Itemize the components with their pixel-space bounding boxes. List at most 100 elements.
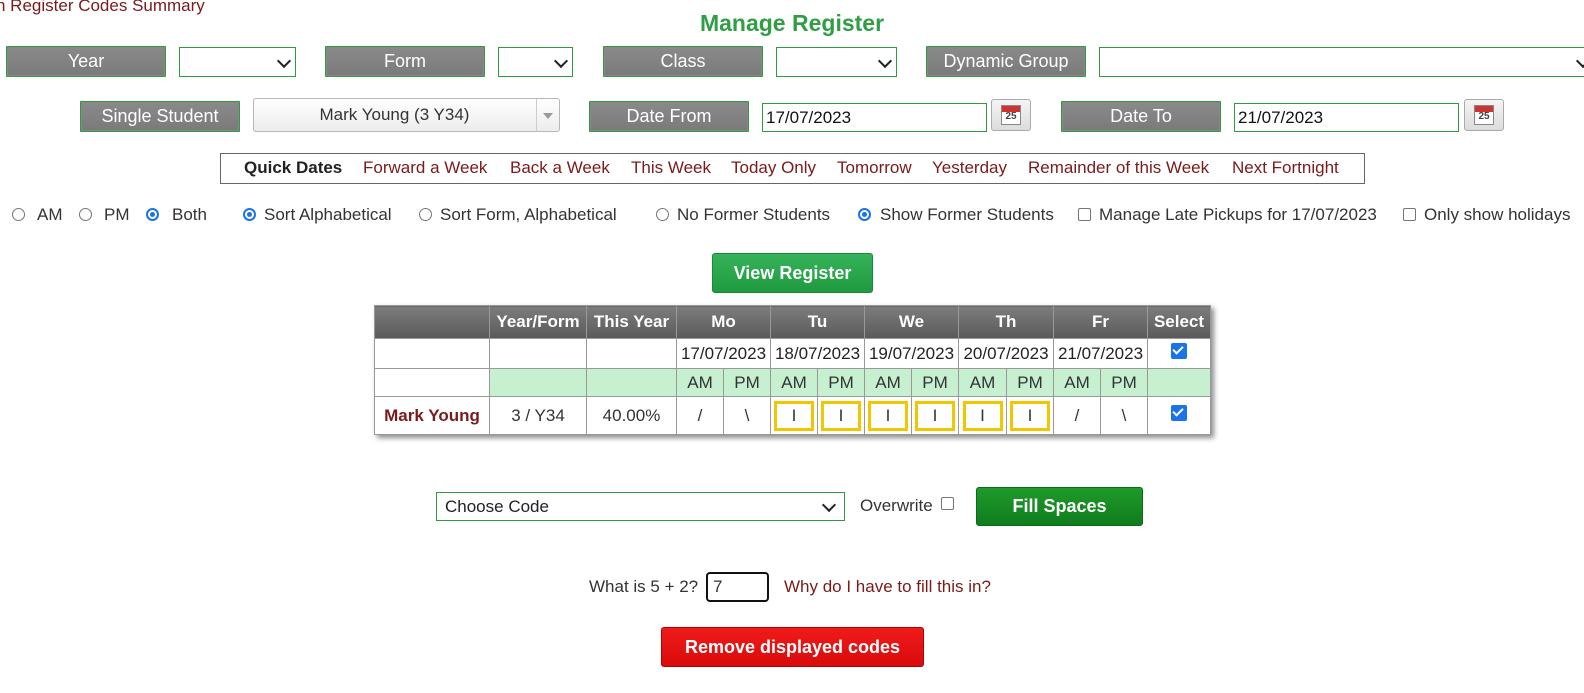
sort-alphabetical-radio[interactable] (243, 208, 256, 221)
mark-cell-highlighted[interactable]: I (821, 400, 861, 431)
remove-displayed-codes-button[interactable]: Remove displayed codes (661, 627, 924, 667)
date-to-input[interactable]: 21/07/2023 (1234, 103, 1459, 132)
class-select[interactable] (776, 47, 897, 77)
session-cell: PM (911, 368, 959, 397)
quick-date-this-week[interactable]: This Week (631, 158, 711, 178)
no-former-students-label: No Former Students (677, 205, 831, 224)
session-cell: AM (864, 368, 912, 397)
session-cell: AM (1053, 368, 1101, 397)
single-student-value: Mark Young (3 Y34) (319, 105, 470, 124)
overwrite-checkbox[interactable] (941, 497, 954, 510)
header-name (374, 305, 490, 339)
chevron-down-icon (553, 53, 569, 69)
captcha-question: What is 5 + 2? (589, 577, 699, 596)
header-this-year: This Year (586, 305, 677, 339)
calendar-icon: 25 (1474, 105, 1494, 125)
session-cell: PM (1100, 368, 1148, 397)
student-this-year: 40.00% (586, 396, 677, 435)
show-former-students-radio[interactable] (858, 208, 871, 221)
row-select-checkbox[interactable] (1171, 405, 1187, 421)
mark-cell-highlighted[interactable]: I (962, 400, 1003, 431)
choose-code-select[interactable]: Choose Code (436, 492, 845, 521)
date-to-label: Date To (1061, 101, 1221, 132)
late-pickups-label: Manage Late Pickups for 17/07/2023 (1099, 205, 1377, 224)
header-we: We (864, 305, 959, 339)
session-cell: AM (958, 368, 1007, 397)
date-cell: 17/07/2023 (676, 338, 771, 369)
form-label: Form (325, 46, 485, 77)
captcha-help-link[interactable]: Why do I have to fill this in? (784, 577, 991, 597)
mark-cell[interactable]: / (1053, 396, 1101, 435)
calendar-icon: 25 (1001, 105, 1021, 125)
date-cell: 20/07/2023 (958, 338, 1054, 369)
date-cell: 21/07/2023 (1053, 338, 1148, 369)
header-tu: Tu (770, 305, 865, 339)
date-to-calendar-button[interactable]: 25 (1464, 99, 1504, 131)
chevron-down-icon (877, 53, 893, 69)
quick-date-tomorrow[interactable]: Tomorrow (837, 158, 912, 178)
am-label: AM (37, 205, 63, 224)
chevron-down-icon (1575, 53, 1584, 69)
chevron-down-icon (821, 497, 837, 513)
page-title: Manage Register (699, 10, 885, 36)
pm-radio[interactable] (79, 208, 92, 221)
pm-label: PM (104, 205, 130, 224)
mark-cell[interactable]: / (676, 396, 724, 435)
show-former-students-label: Show Former Students (880, 205, 1054, 224)
quick-date-next-fortnight[interactable]: Next Fortnight (1232, 158, 1339, 178)
quick-dates-heading: Quick Dates (244, 158, 343, 177)
student-name[interactable]: Mark Young (374, 396, 490, 435)
session-cell: AM (676, 368, 724, 397)
both-radio[interactable] (146, 208, 159, 221)
no-former-students-radio[interactable] (656, 208, 669, 221)
header-fr: Fr (1053, 305, 1148, 339)
am-radio[interactable] (12, 208, 25, 221)
header-year-form: Year/Form (489, 305, 587, 339)
mark-cell[interactable]: \ (1100, 396, 1148, 435)
quick-date-remainder-week[interactable]: Remainder of this Week (1028, 158, 1209, 178)
late-pickups-checkbox[interactable] (1078, 208, 1091, 221)
date-from-calendar-button[interactable]: 25 (991, 99, 1031, 131)
quick-date-yesterday[interactable]: Yesterday (932, 158, 1007, 178)
year-select[interactable] (179, 47, 296, 77)
only-holidays-label: Only show holidays (1424, 205, 1571, 224)
date-cell: 19/07/2023 (864, 338, 959, 369)
both-label: Both (172, 205, 207, 224)
mark-cell[interactable]: \ (723, 396, 771, 435)
mark-cell-highlighted[interactable]: I (774, 400, 814, 431)
mark-cell-highlighted[interactable]: I (1010, 400, 1050, 431)
session-cell: PM (817, 368, 865, 397)
session-cell: AM (770, 368, 818, 397)
view-register-button[interactable]: View Register (712, 253, 873, 293)
single-student-combobox[interactable]: Mark Young (3 Y34) (253, 98, 560, 132)
dynamic-group-select[interactable] (1099, 47, 1584, 77)
header-select: Select (1147, 305, 1211, 339)
fill-spaces-button[interactable]: Fill Spaces (976, 487, 1143, 526)
header-mo: Mo (676, 305, 771, 339)
chevron-down-icon (276, 53, 292, 69)
date-cell: 18/07/2023 (770, 338, 865, 369)
select-all-checkbox[interactable] (1171, 343, 1187, 359)
header-th: Th (958, 305, 1054, 339)
dropdown-arrow-icon[interactable] (536, 99, 559, 131)
form-select[interactable] (498, 47, 573, 77)
quick-date-forward-week[interactable]: Forward a Week (363, 158, 487, 178)
table-header-row: Year/Form This Year Mo Tu We Th Fr Selec… (374, 305, 1211, 339)
choose-code-value: Choose Code (445, 497, 549, 516)
register-table: Year/Form This Year Mo Tu We Th Fr Selec… (374, 305, 1211, 435)
captcha-input[interactable]: 7 (706, 572, 769, 602)
session-cell: PM (1006, 368, 1054, 397)
year-label: Year (6, 46, 166, 77)
mark-cell-highlighted[interactable]: I (915, 400, 955, 431)
quick-date-today-only[interactable]: Today Only (731, 158, 816, 178)
date-from-input[interactable]: 17/07/2023 (762, 103, 987, 132)
class-label: Class (603, 46, 763, 77)
dynamic-group-label: Dynamic Group (926, 46, 1086, 77)
date-from-label: Date From (589, 101, 749, 132)
student-year-form: 3 / Y34 (489, 396, 587, 435)
table-ampm-row: AM PM AM PM AM PM AM PM AM PM (374, 368, 1211, 397)
quick-date-back-week[interactable]: Back a Week (510, 158, 610, 178)
only-holidays-checkbox[interactable] (1403, 208, 1416, 221)
mark-cell-highlighted[interactable]: I (868, 400, 908, 431)
sort-form-alphabetical-radio[interactable] (419, 208, 432, 221)
